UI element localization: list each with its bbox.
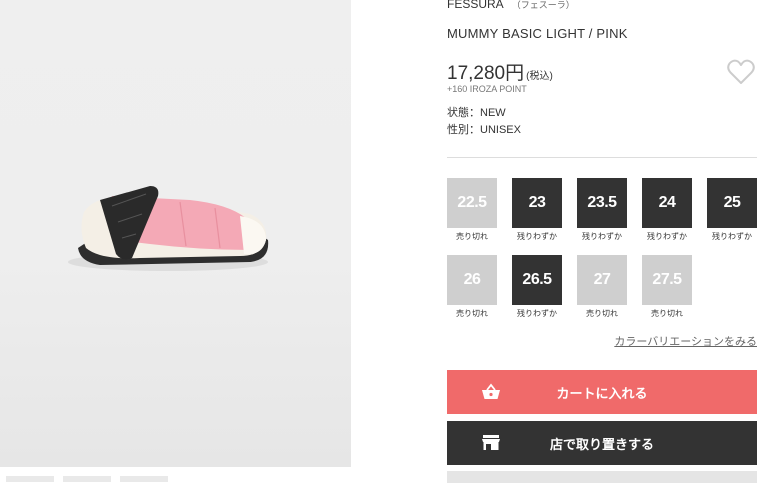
gender: 性別：UNISEX bbox=[447, 124, 521, 136]
stock-status: 売り切れ bbox=[456, 309, 488, 318]
size-option-22-5: 22.5 売り切れ bbox=[447, 178, 497, 242]
size-option-24[interactable]: 24 残りわずか bbox=[642, 178, 692, 242]
shoe-illustration bbox=[68, 186, 269, 271]
shopping-basket-icon bbox=[482, 383, 500, 399]
size-label[interactable]: 23.5 bbox=[577, 178, 627, 228]
size-label: 26 bbox=[447, 255, 497, 305]
price-value: 17,280円 bbox=[447, 63, 525, 84]
brand-line: FESSURA （フェスーラ） bbox=[447, 0, 575, 11]
thumbnail-3[interactable] bbox=[120, 476, 168, 482]
add-to-cart-label[interactable]: カートに入れる bbox=[556, 383, 647, 402]
size-label: 22.5 bbox=[447, 178, 497, 228]
brand-name[interactable]: FESSURA bbox=[447, 0, 504, 11]
divider bbox=[447, 157, 757, 158]
product-name: MUMMY BASIC LIGHT / PINK bbox=[447, 26, 628, 41]
thumbnail-1[interactable] bbox=[6, 476, 54, 482]
reserve-in-store-button[interactable]: 店で取り置きする bbox=[447, 421, 757, 465]
stock-status: 残りわずか bbox=[647, 232, 687, 241]
additional-button[interactable] bbox=[447, 471, 757, 483]
stock-status: 残りわずか bbox=[712, 232, 752, 241]
size-label[interactable]: 25 bbox=[707, 178, 757, 228]
size-option-23-5[interactable]: 23.5 残りわずか bbox=[577, 178, 627, 242]
thumbnail-2[interactable] bbox=[63, 476, 111, 482]
size-option-23[interactable]: 23 残りわずか bbox=[512, 178, 562, 242]
stock-status: 売り切れ bbox=[586, 309, 618, 318]
size-option-26-5[interactable]: 26.5 残りわずか bbox=[512, 255, 562, 319]
points: +160 IROZA POINT bbox=[447, 84, 527, 94]
condition: 状態：NEW bbox=[447, 107, 506, 119]
brand-kana: （フェスーラ） bbox=[511, 0, 575, 10]
product-image bbox=[0, 0, 351, 467]
stock-status: 残りわずか bbox=[517, 309, 557, 318]
size-option-26: 26 売り切れ bbox=[447, 255, 497, 319]
storefront-icon bbox=[482, 435, 500, 450]
size-label: 27.5 bbox=[642, 255, 692, 305]
stock-status: 残りわずか bbox=[582, 232, 622, 241]
heart-outline-icon bbox=[727, 59, 755, 84]
tax-note: (税込) bbox=[526, 71, 553, 82]
color-variation-link[interactable]: カラーバリエーションをみる bbox=[614, 333, 757, 349]
size-label[interactable]: 23 bbox=[512, 178, 562, 228]
stock-status: 売り切れ bbox=[456, 232, 488, 241]
size-option-27-5: 27.5 売り切れ bbox=[642, 255, 692, 319]
size-label[interactable]: 24 bbox=[642, 178, 692, 228]
reserve-in-store-label[interactable]: 店で取り置きする bbox=[550, 434, 654, 453]
stock-status: 残りわずか bbox=[517, 232, 557, 241]
size-label: 27 bbox=[577, 255, 627, 305]
add-to-cart-button[interactable]: カートに入れる bbox=[447, 370, 757, 414]
size-label[interactable]: 26.5 bbox=[512, 255, 562, 305]
size-option-27: 27 売り切れ bbox=[577, 255, 627, 319]
price: 17,280円 (税込) bbox=[447, 58, 553, 85]
stock-status: 売り切れ bbox=[651, 309, 683, 318]
favorite-button[interactable] bbox=[725, 56, 757, 88]
size-option-25[interactable]: 25 残りわずか bbox=[707, 178, 757, 242]
